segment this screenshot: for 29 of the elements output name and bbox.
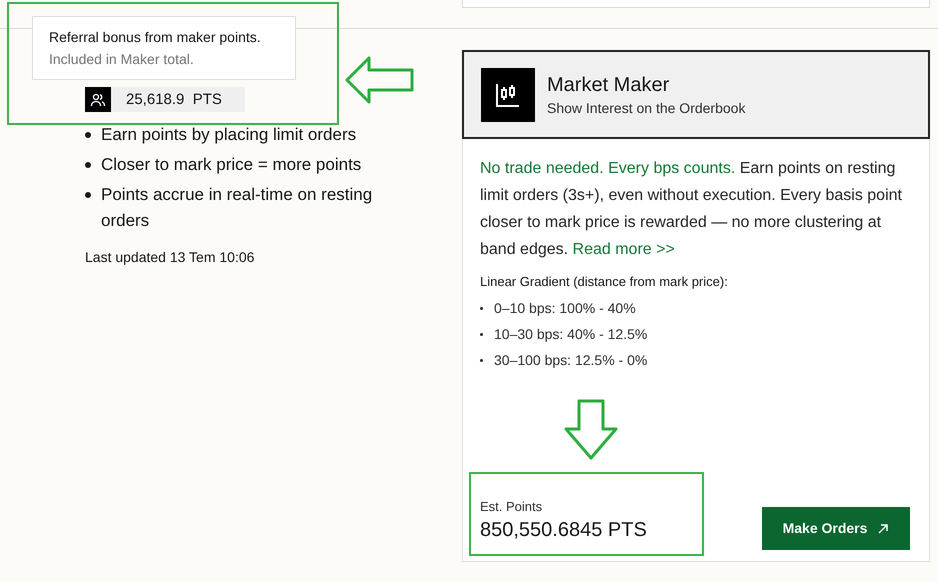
bullet-icon bbox=[480, 306, 483, 310]
bullet-icon bbox=[85, 162, 91, 168]
est-points-value: 850,550.6845 PTS bbox=[480, 518, 647, 543]
tier-text: 0–10 bps: 100% - 40% bbox=[494, 298, 636, 318]
bullet-icon bbox=[480, 358, 483, 362]
card-subtitle: Show Interest on the Orderbook bbox=[547, 98, 746, 118]
est-points-label: Est. Points bbox=[480, 498, 544, 516]
tier-text: 30–100 bps: 12.5% - 0% bbox=[494, 350, 648, 370]
card-title: Market Maker bbox=[547, 72, 670, 98]
tooltip-title: Referral bonus from maker points. bbox=[49, 28, 262, 47]
bullet-icon bbox=[480, 332, 483, 336]
last-updated-text: Last updated 13 Tem 10:06 bbox=[85, 248, 256, 266]
candlestick-chart-icon bbox=[481, 68, 535, 122]
down-arrow-icon bbox=[564, 399, 618, 460]
tier-text: 10–30 bps: 40% - 12.5% bbox=[494, 324, 648, 344]
read-more-link[interactable]: Read more >> bbox=[572, 241, 675, 258]
feature-text: Earn points by placing limit orders bbox=[101, 124, 356, 146]
people-icon bbox=[85, 87, 111, 112]
gradient-label: Linear Gradient (distance from mark price): bbox=[480, 273, 729, 291]
external-link-icon bbox=[877, 522, 890, 534]
description-paragraph: No trade needed. Every bps counts. Earn points on resting limit orders (3s+), even without execution. Every basis point closer to mark price is rewarded — no more clustering at band edges. Read more >> bbox=[480, 159, 903, 260]
feature-text: Closer to mark price = more points bbox=[101, 154, 362, 176]
points-value: 25,618.9 PTS bbox=[111, 87, 245, 112]
feature-text: Points accrue in real-time on resting orders bbox=[101, 184, 374, 232]
bullet-icon bbox=[85, 192, 91, 198]
make-orders-button[interactable]: Make Orders bbox=[762, 507, 910, 550]
bullet-icon bbox=[85, 132, 91, 138]
left-arrow-icon bbox=[345, 56, 414, 104]
tooltip-note: Included in Maker total. bbox=[49, 50, 195, 69]
